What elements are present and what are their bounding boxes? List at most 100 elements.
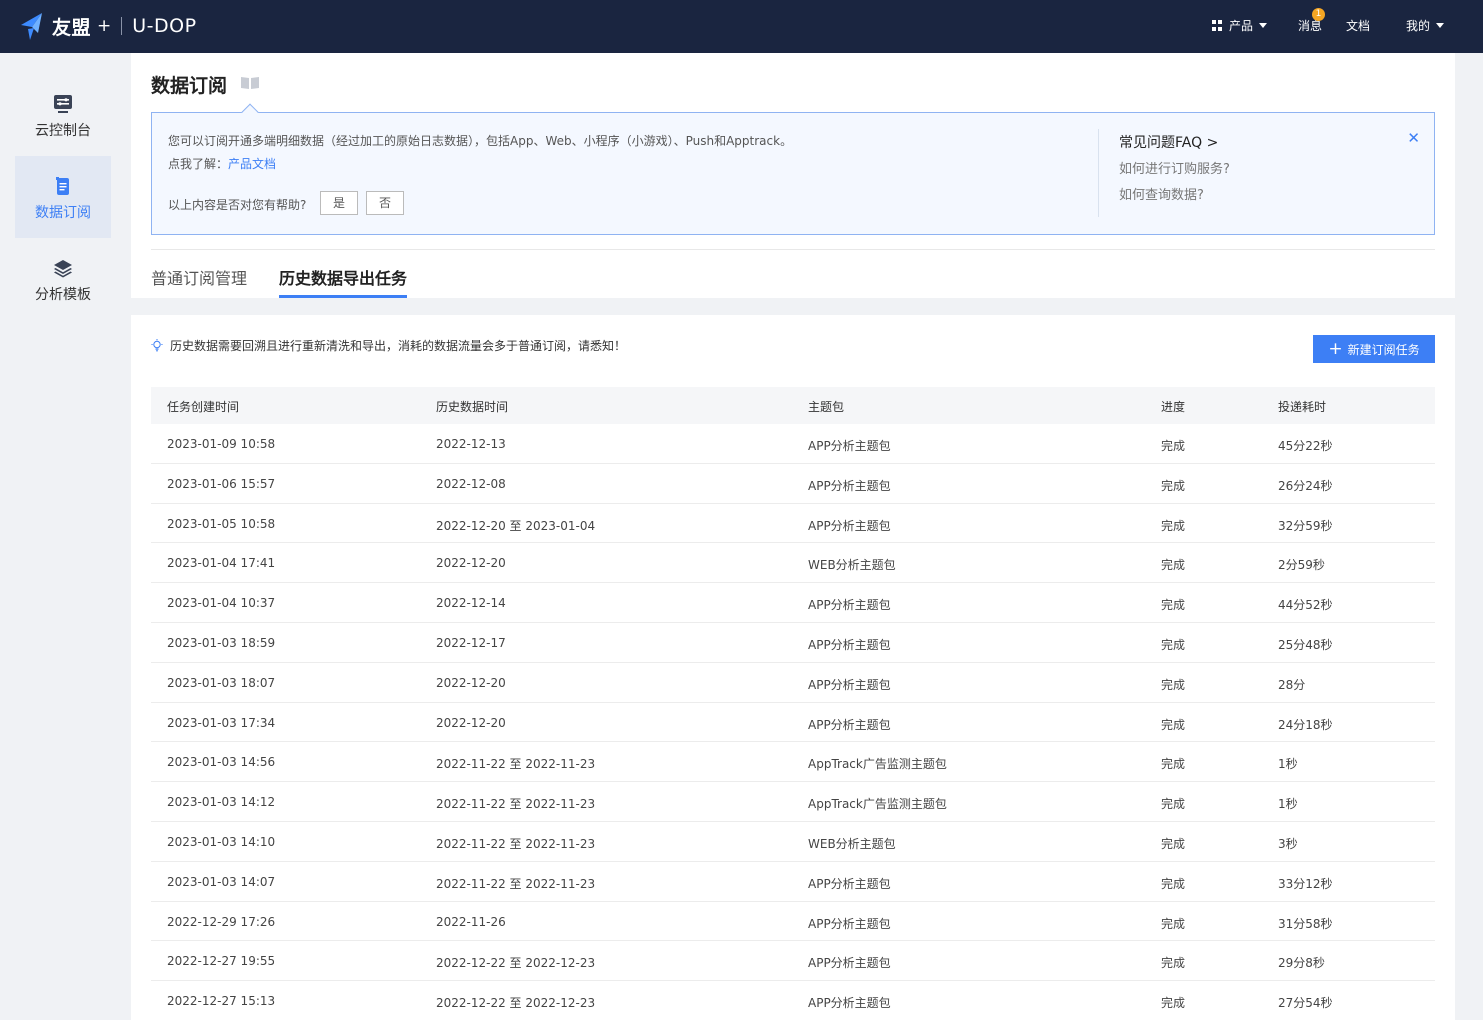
- sidebar-item-data-subscription[interactable]: 数据订阅: [15, 156, 111, 238]
- cell-history-time: 2022-11-22 至 2022-11-23: [436, 797, 596, 812]
- cell-progress: 完成: [1161, 558, 1186, 573]
- brand-logo[interactable]: 友盟 + U-DOP: [18, 9, 197, 43]
- table-row[interactable]: 2023-01-03 14:10 2022-11-22 至 2022-11-23 W…: [151, 822, 1435, 862]
- helpful-question: 以上内容是否对您有帮助?: [168, 198, 307, 212]
- column-header-history-time: 历史数据时间: [436, 400, 509, 414]
- cell-package: APP分析主题包: [808, 876, 891, 891]
- cell-package: WEB分析主题包: [808, 558, 896, 573]
- cell-history-time: 2022-11-22 至 2022-11-23: [436, 836, 596, 851]
- cell-progress: 完成: [1161, 876, 1186, 891]
- umeng-logo-icon: [21, 13, 42, 40]
- table-row[interactable]: 2023-01-05 10:58 2022-12-20 至 2023-01-04 A…: [151, 504, 1435, 544]
- faq-link-query[interactable]: 如何查询数据?: [1119, 184, 1204, 203]
- top-navigation-bar: 友盟 + U-DOP 产品 消息 1 文档 我的: [0, 0, 1483, 53]
- info-description: 您可以订阅开通多端明细数据（经过加工的原始日志数据），包括App、Web、小程序…: [168, 134, 793, 148]
- cell-created-time: 2023-01-03 14:07: [167, 874, 276, 889]
- product-name: U-DOP: [132, 15, 197, 37]
- cell-duration: 2分59秒: [1278, 558, 1325, 573]
- brand-plus: +: [97, 16, 112, 36]
- cell-progress: 完成: [1161, 836, 1186, 851]
- cell-duration: 28分: [1278, 677, 1306, 692]
- tabs-divider: [151, 249, 1435, 250]
- nav-products-label: 产品: [1229, 19, 1254, 33]
- cell-created-time: 2023-01-03 14:12: [167, 795, 276, 810]
- cell-duration: 32分59秒: [1278, 518, 1333, 533]
- cell-history-time: 2022-11-22 至 2022-11-23: [436, 757, 596, 772]
- cell-created-time: 2023-01-03 14:56: [167, 755, 276, 770]
- cell-progress: 完成: [1161, 916, 1186, 931]
- cell-package: APP分析主题包: [808, 996, 891, 1011]
- cell-history-time: 2022-11-26: [436, 914, 506, 929]
- cell-duration: 1秒: [1278, 797, 1298, 812]
- table-body: 2023-01-09 10:58 2022-12-13 APP分析主题包 完成 45分2…: [151, 424, 1435, 1020]
- info-learn-more: 点我了解：产品文档: [168, 155, 276, 172]
- nav-user-label: 我的: [1406, 19, 1431, 33]
- cell-package: APP分析主题包: [808, 637, 891, 652]
- table-row[interactable]: 2023-01-06 15:57 2022-12-08 APP分析主题包 完成 26分2…: [151, 464, 1435, 504]
- notice-bar: 历史数据需要回溯且进行重新清洗和导出，消耗的数据流量会多于普通订阅，请悉知！: [151, 337, 626, 354]
- faq-title-link[interactable]: 常见问题FAQ >: [1119, 132, 1218, 152]
- nav-user-menu[interactable]: 我的: [1406, 17, 1445, 34]
- faq-link-purchase[interactable]: 如何进行订购服务?: [1119, 158, 1230, 177]
- table-row[interactable]: 2022-12-27 19:55 2022-12-22 至 2022-12-23 A…: [151, 941, 1435, 982]
- cell-package: APP分析主题包: [808, 518, 891, 533]
- cell-duration: 25分48秒: [1278, 637, 1333, 652]
- sidebar-item-label: 分析模板: [35, 287, 91, 303]
- cell-duration: 29分8秒: [1278, 956, 1325, 971]
- helpful-no-button[interactable]: 否: [366, 191, 404, 215]
- cell-progress: 完成: [1161, 956, 1186, 971]
- nav-products-menu[interactable]: 产品: [1212, 17, 1268, 34]
- table-row[interactable]: 2023-01-04 17:41 2022-12-20 WEB分析主题包 完成 2分59…: [151, 543, 1435, 584]
- table-row[interactable]: 2022-12-27 15:13 2022-12-22 至 2022-12-23 A…: [151, 981, 1435, 1020]
- sidebar-item-console[interactable]: 云控制台: [15, 74, 111, 156]
- sidebar-item-analysis-template[interactable]: 分析模板: [15, 238, 111, 320]
- lightbulb-icon: [151, 339, 163, 352]
- table-row[interactable]: 2022-12-29 17:26 2022-11-26 APP分析主题包 完成 31分5…: [151, 902, 1435, 942]
- table-row[interactable]: 2023-01-03 18:59 2022-12-17 APP分析主题包 完成 25分4…: [151, 623, 1435, 663]
- sidebar-item-label: 数据订阅: [35, 205, 91, 221]
- table-row[interactable]: 2023-01-03 18:07 2022-12-20 APP分析主题包 完成 28分: [151, 663, 1435, 703]
- notice-text: 历史数据需要回溯且进行重新清洗和导出，消耗的数据流量会多于普通订阅，请悉知！: [170, 339, 627, 353]
- cell-package: AppTrack广告监测主题包: [808, 797, 947, 812]
- table-row[interactable]: 2023-01-04 10:37 2022-12-14 APP分析主题包 完成 44分5…: [151, 583, 1435, 623]
- cell-package: AppTrack广告监测主题包: [808, 757, 947, 772]
- layers-icon: [54, 260, 72, 278]
- cell-created-time: 2023-01-06 15:57: [167, 476, 276, 491]
- divider: [1098, 129, 1099, 217]
- cell-progress: 完成: [1161, 439, 1186, 453]
- cell-progress: 完成: [1161, 478, 1186, 493]
- new-subscription-task-button[interactable]: + 新建订阅任务: [1313, 335, 1435, 363]
- cell-history-time: 2022-12-08: [436, 476, 506, 491]
- helpful-yes-button[interactable]: 是: [320, 191, 358, 215]
- tab-normal-subscription[interactable]: 普通订阅管理: [151, 265, 247, 289]
- logo-divider: [121, 17, 123, 35]
- table-row[interactable]: 2023-01-09 10:58 2022-12-13 APP分析主题包 完成 45分2…: [151, 424, 1435, 464]
- table-row[interactable]: 2023-01-03 14:12 2022-11-22 至 2022-11-23 A…: [151, 782, 1435, 822]
- table-row[interactable]: 2023-01-03 14:07 2022-11-22 至 2022-11-23 A…: [151, 862, 1435, 902]
- cell-history-time: 2022-12-13: [436, 437, 506, 451]
- cell-progress: 完成: [1161, 797, 1186, 812]
- nav-docs-label: 文档: [1346, 19, 1371, 33]
- cell-history-time: 2022-12-20: [436, 556, 506, 571]
- cell-duration: 27分54秒: [1278, 996, 1333, 1011]
- nav-docs[interactable]: 文档: [1346, 17, 1370, 34]
- cell-created-time: 2022-12-29 17:26: [167, 914, 276, 929]
- cell-created-time: 2023-01-05 10:58: [167, 516, 276, 531]
- tab-history-export[interactable]: 历史数据导出任务: [279, 265, 407, 289]
- book-icon[interactable]: [240, 76, 260, 90]
- message-count-badge: 1: [1312, 8, 1325, 21]
- table-row[interactable]: 2023-01-03 17:34 2022-12-20 APP分析主题包 完成 24分1…: [151, 703, 1435, 743]
- cell-created-time: 2023-01-03 18:07: [167, 675, 276, 690]
- info-panel: 您可以订阅开通多端明细数据（经过加工的原始日志数据），包括App、Web、小程序…: [151, 103, 1435, 235]
- column-header-package: 主题包: [808, 400, 845, 414]
- close-icon[interactable]: ✕: [1407, 129, 1420, 147]
- info-panel-pointer: [241, 103, 259, 121]
- sidebar-item-label: 云控制台: [35, 123, 91, 139]
- cell-created-time: 2023-01-09 10:58: [167, 437, 276, 451]
- table-row[interactable]: 2023-01-03 14:56 2022-11-22 至 2022-11-23 A…: [151, 742, 1435, 783]
- cell-progress: 完成: [1161, 677, 1186, 692]
- cell-package: APP分析主题包: [808, 717, 891, 732]
- subscription-header-card: 数据订阅 您可以订阅开通多端明细数据（经过加工的原始日志数据），包括App、We…: [131, 53, 1455, 298]
- product-docs-link[interactable]: 产品文档: [228, 157, 276, 171]
- cell-duration: 33分12秒: [1278, 876, 1333, 891]
